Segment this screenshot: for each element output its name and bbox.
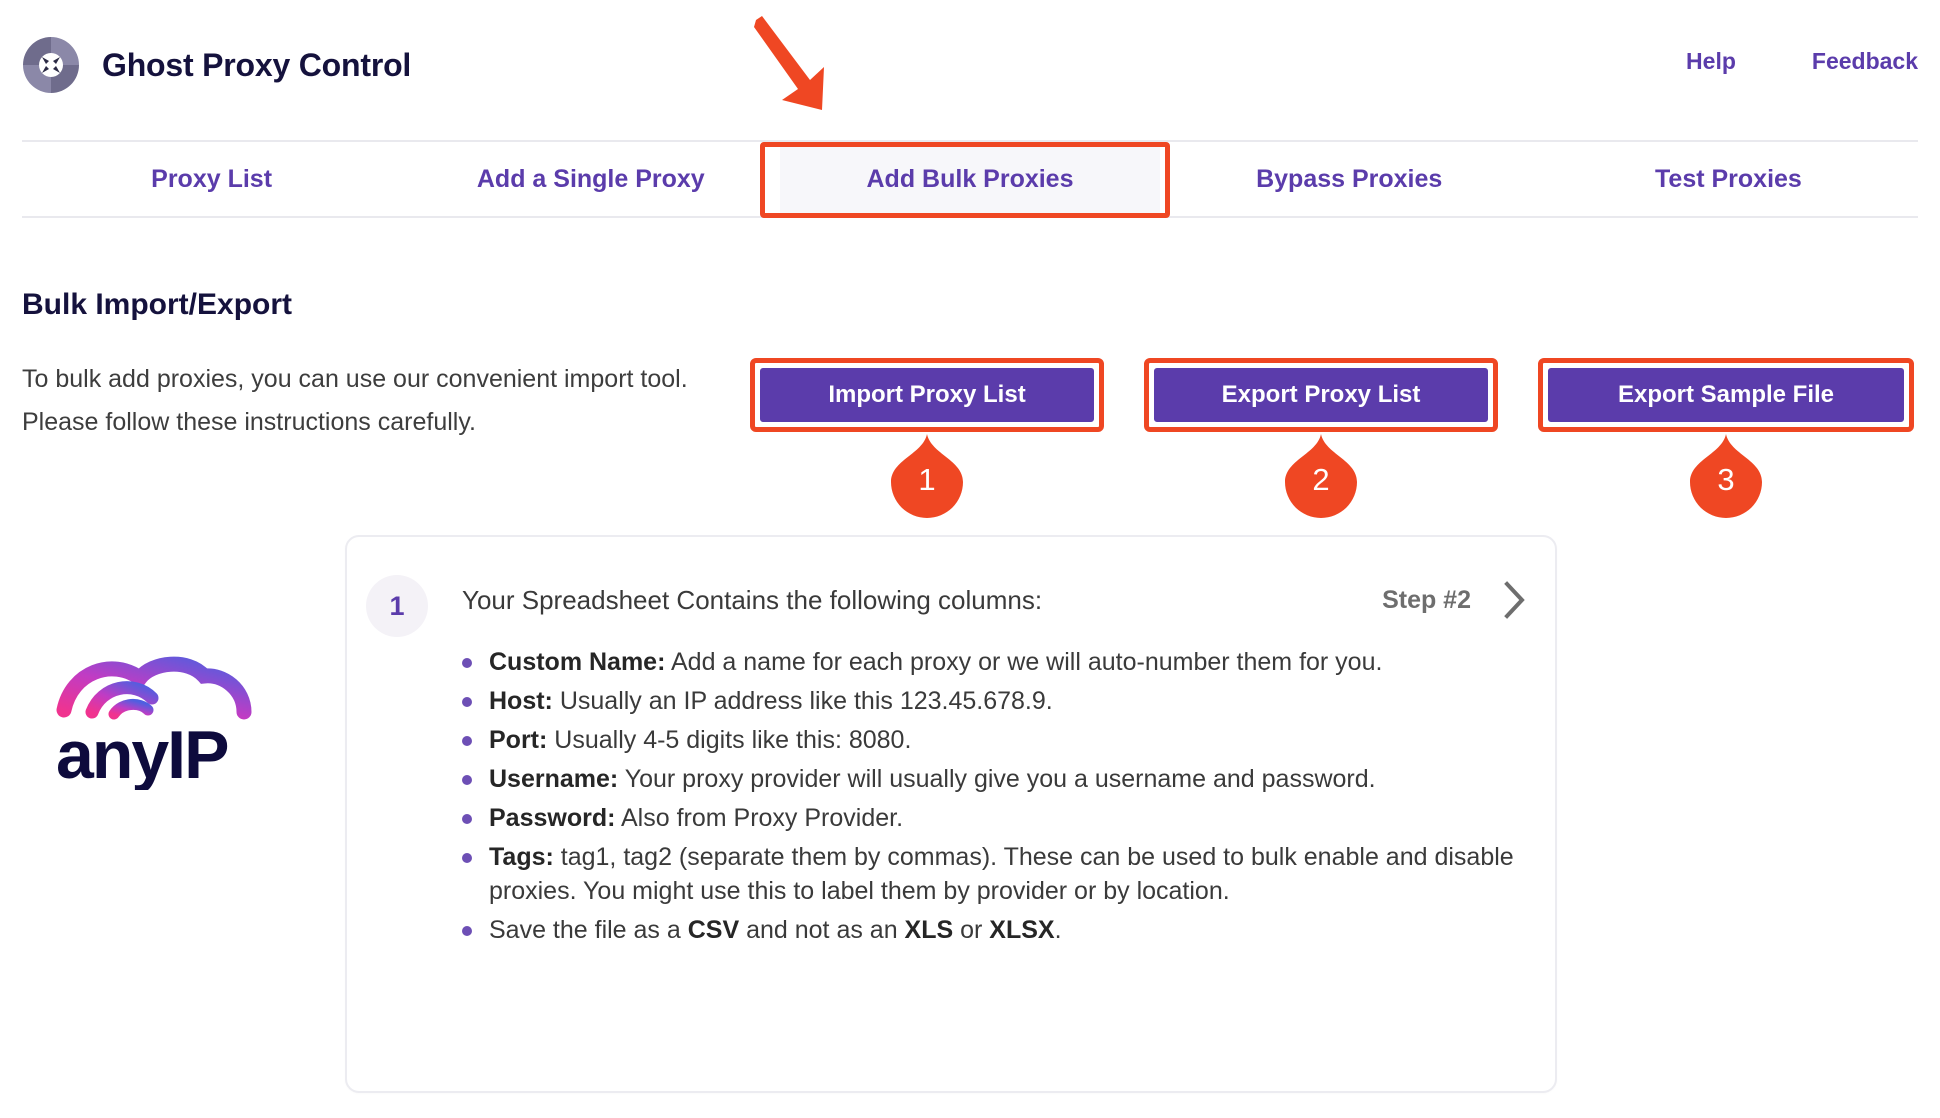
bulk-action-buttons: Import Proxy List 1 Export Proxy List 2	[750, 358, 1914, 518]
ghost-proxy-target-icon	[22, 36, 80, 94]
list-item: Password: Also from Proxy Provider.	[457, 801, 1517, 835]
list-item: Tags: tag1, tag2 (separate them by comma…	[457, 840, 1517, 908]
instructions-card: 1 Your Spreadsheet Contains the followin…	[345, 535, 1557, 1093]
list-item: Custom Name: Add a name for each proxy o…	[457, 645, 1517, 679]
sample-file-highlight-annotation: Export Sample File	[1538, 358, 1914, 432]
help-link[interactable]: Help	[1686, 48, 1736, 75]
header-links: Help Feedback	[1686, 48, 1918, 75]
bullet-text: Add a name for each proxy or we will aut…	[665, 648, 1383, 676]
import-proxy-list-group: Import Proxy List 1	[750, 358, 1104, 518]
column-instructions-list: Custom Name: Add a name for each proxy o…	[457, 645, 1517, 947]
tab-add-a-single-proxy[interactable]: Add a Single Proxy	[401, 142, 780, 216]
bullet-text: Also from Proxy Provider.	[615, 804, 904, 832]
tab-add-bulk-proxies[interactable]: Add Bulk Proxies	[780, 142, 1160, 216]
bullet-term: Host:	[489, 687, 553, 715]
next-step-button[interactable]: Step #2	[1382, 581, 1527, 619]
bullet-term: Password:	[489, 804, 616, 832]
tab-test-proxies[interactable]: Test Proxies	[1539, 142, 1918, 216]
step-number-badge: 1	[366, 575, 428, 637]
bullet-text: Usually 4-5 digits like this: 8080.	[547, 726, 912, 754]
svg-text:anyIP: anyIP	[56, 717, 228, 790]
bullet-term: Port:	[489, 726, 548, 754]
list-item: Host: Usually an IP address like this 12…	[457, 684, 1517, 718]
marker-pin-2: 2	[1285, 434, 1357, 518]
bullet-text: Your proxy provider will usually give yo…	[618, 765, 1376, 793]
chevron-right-icon	[1503, 581, 1527, 619]
section-title: Bulk Import/Export	[22, 288, 293, 321]
list-item: Username: Your proxy provider will usual…	[457, 762, 1517, 796]
page-title: Ghost Proxy Control	[102, 46, 412, 83]
bullet-text: Usually an IP address like this 123.45.6…	[552, 687, 1053, 715]
marker-pin-1: 1	[891, 434, 963, 518]
app-header: Ghost Proxy Control Help Feedback	[0, 0, 1940, 140]
next-step-label: Step #2	[1382, 585, 1471, 614]
bullet-term: Tags:	[489, 843, 554, 871]
anyip-logo: anyIP	[48, 650, 268, 793]
export-proxy-list-group: Export Proxy List 2	[1144, 358, 1498, 518]
bullet-term: Custom Name:	[489, 648, 666, 676]
section-description: To bulk add proxies, you can use our con…	[22, 365, 688, 436]
export-sample-file-button[interactable]: Export Sample File	[1546, 366, 1906, 424]
export-proxy-list-button[interactable]: Export Proxy List	[1152, 366, 1490, 424]
feedback-link[interactable]: Feedback	[1812, 48, 1918, 75]
tab-proxy-list[interactable]: Proxy List	[22, 142, 401, 216]
import-highlight-annotation: Import Proxy List	[750, 358, 1104, 432]
tab-bar: Proxy List Add a Single Proxy Add Bulk P…	[22, 140, 1918, 218]
marker-pin-3: 3	[1690, 434, 1762, 518]
bullet-term: Username:	[489, 765, 619, 793]
export-highlight-annotation: Export Proxy List	[1144, 358, 1498, 432]
export-sample-file-group: Export Sample File 3	[1538, 358, 1914, 518]
bullet-text-rich: Save the file as a CSV and not as an XLS…	[489, 916, 1062, 944]
app-root: Ghost Proxy Control Help Feedback Proxy …	[0, 0, 1940, 1118]
bullet-text: tag1, tag2 (separate them by commas). Th…	[489, 843, 1514, 905]
step-title: Your Spreadsheet Contains the following …	[462, 585, 1043, 615]
brand: Ghost Proxy Control	[22, 36, 411, 94]
list-item: Port: Usually 4-5 digits like this: 8080…	[457, 723, 1517, 757]
tab-bypass-proxies[interactable]: Bypass Proxies	[1160, 142, 1539, 216]
import-proxy-list-button[interactable]: Import Proxy List	[758, 366, 1096, 424]
list-item: Save the file as a CSV and not as an XLS…	[457, 913, 1517, 947]
